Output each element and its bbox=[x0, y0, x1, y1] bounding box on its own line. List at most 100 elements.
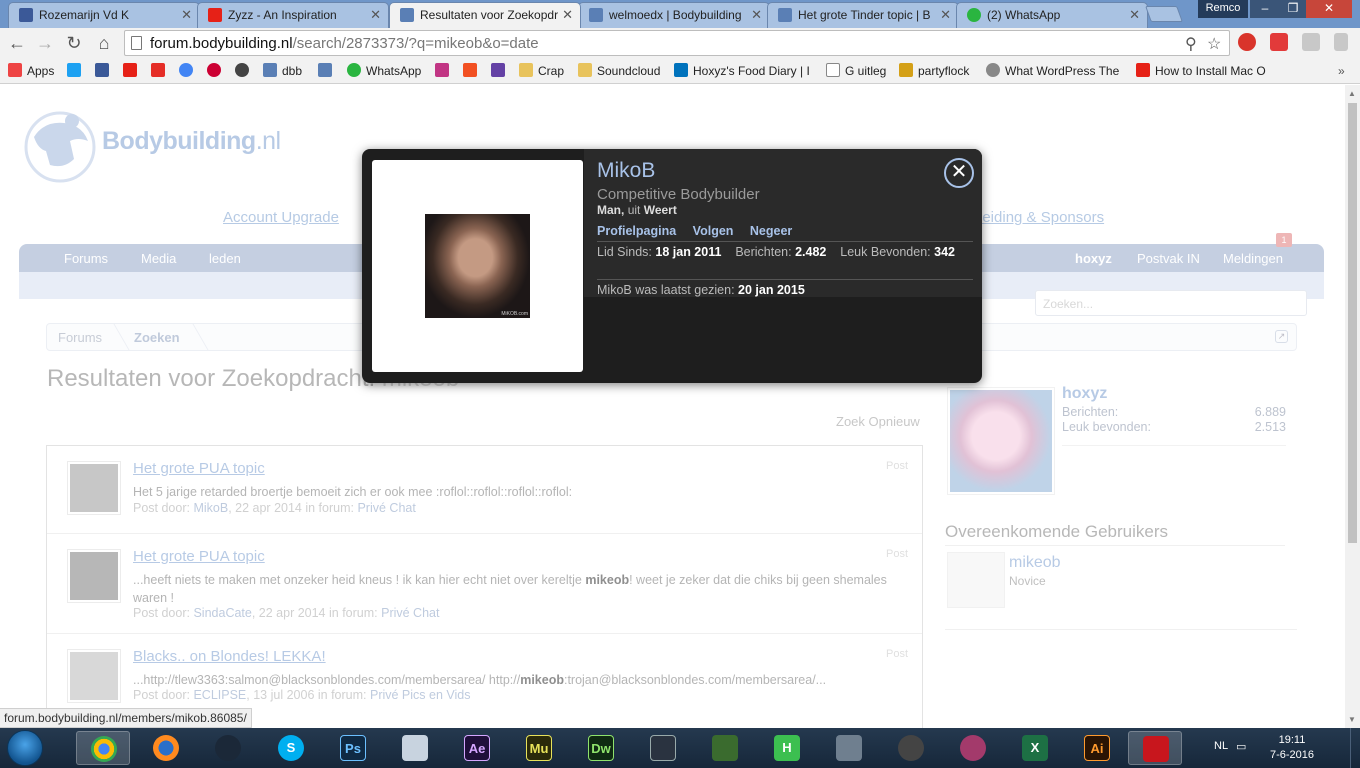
bookmark-wordpress[interactable]: What WordPress The bbox=[986, 62, 1119, 80]
monitor-icon bbox=[836, 735, 862, 761]
taskbar-after-effects[interactable]: Ae bbox=[450, 731, 504, 765]
minimize-button[interactable]: – bbox=[1250, 0, 1280, 18]
bookmark-d[interactable] bbox=[151, 62, 170, 80]
bookmark-crap[interactable]: Crap bbox=[519, 62, 564, 80]
taskbar-keyboard[interactable] bbox=[388, 731, 442, 765]
bookmark-windows[interactable] bbox=[463, 62, 482, 80]
taskbar-dreamweaver[interactable]: Dw bbox=[574, 731, 628, 765]
bookmark-twitter[interactable] bbox=[67, 62, 86, 80]
browser-tab-welmoedx[interactable]: welmoedx | Bodybuilding ✕ bbox=[578, 2, 770, 28]
page-icon bbox=[131, 36, 142, 50]
chrome-icon bbox=[91, 736, 117, 762]
dollar-icon bbox=[235, 63, 249, 77]
profile-button[interactable]: Remco bbox=[1198, 0, 1248, 18]
folder-icon bbox=[578, 63, 592, 77]
language-indicator[interactable]: NL bbox=[1214, 740, 1228, 752]
browser-tab-whatsapp[interactable]: (2) WhatsApp ✕ bbox=[956, 2, 1148, 28]
posts-value: 2.482 bbox=[795, 245, 827, 259]
taskbar-illustrator[interactable]: Ai bbox=[1070, 731, 1124, 765]
taskbar-video[interactable] bbox=[636, 731, 690, 765]
bookmark-food-diary[interactable]: Hoxyz's Food Diary | I bbox=[674, 62, 810, 80]
clock[interactable]: 19:11 7-6-2016 bbox=[1262, 733, 1322, 763]
browser-tab-youtube[interactable]: Zyzz - An Inspiration ✕ bbox=[197, 2, 389, 28]
browser-tab-tinder[interactable]: Het grote Tinder topic | B ✕ bbox=[767, 2, 959, 28]
bookmark-twitch[interactable] bbox=[491, 62, 510, 80]
reload-icon[interactable]: ↻ bbox=[63, 32, 85, 54]
taskbar-skype[interactable]: S bbox=[264, 731, 318, 765]
url-host: forum.bodybuilding.nl bbox=[150, 35, 293, 52]
taskbar-game[interactable] bbox=[946, 731, 1000, 765]
bookmark-apps[interactable]: Apps bbox=[8, 62, 54, 80]
folder-icon bbox=[519, 63, 533, 77]
close-tab-icon[interactable]: ✕ bbox=[370, 3, 381, 27]
bookmark-install-mac[interactable]: How to Install Mac O bbox=[1136, 62, 1266, 80]
bookmark-star-icon[interactable]: ☆ bbox=[1207, 34, 1221, 54]
stat-label: Leuk Bevonden: bbox=[840, 245, 931, 259]
scroll-up-icon[interactable]: ▲ bbox=[1348, 89, 1356, 98]
close-tab-icon[interactable]: ✕ bbox=[181, 3, 192, 27]
taskbar-excel[interactable]: X bbox=[1008, 731, 1062, 765]
page-scrollbar[interactable]: ▲ ▼ bbox=[1345, 85, 1360, 728]
extension-icon[interactable] bbox=[1302, 33, 1320, 51]
bookmark-label: Soundcloud bbox=[597, 64, 661, 78]
bookmark-label: dbb bbox=[282, 64, 303, 78]
taskbar-steam[interactable] bbox=[201, 731, 255, 765]
more-bookmarks-icon[interactable]: » bbox=[1338, 62, 1345, 80]
bookmark-dbb[interactable]: dbb bbox=[263, 62, 302, 80]
taskbar-photoshop[interactable]: Ps bbox=[326, 731, 380, 765]
bookmark-bodybuilding[interactable] bbox=[318, 62, 337, 80]
bookmark-soundcloud[interactable]: Soundcloud bbox=[578, 62, 660, 80]
bookmark-whatsapp[interactable]: WhatsApp bbox=[347, 62, 421, 80]
taskbar-h-app[interactable]: H bbox=[760, 731, 814, 765]
taskbar-muse[interactable]: Mu bbox=[512, 731, 566, 765]
bookmark-instagram[interactable] bbox=[435, 62, 454, 80]
home-icon[interactable]: ⌂ bbox=[93, 32, 115, 54]
close-tab-icon[interactable]: ✕ bbox=[1129, 3, 1140, 27]
scroll-down-icon[interactable]: ▼ bbox=[1348, 715, 1356, 724]
close-popup-button[interactable]: ✕ bbox=[944, 158, 974, 188]
bookmark-partyflock[interactable]: partyflock bbox=[899, 62, 969, 80]
bookmark-youtube[interactable] bbox=[123, 62, 142, 80]
bookmark-g-uitleg[interactable]: G uitleg bbox=[826, 62, 886, 80]
close-window-button[interactable]: ✕ bbox=[1306, 0, 1352, 18]
maximize-button[interactable]: ❐ bbox=[1280, 0, 1306, 18]
follow-link[interactable]: Volgen bbox=[693, 224, 734, 238]
new-tab-button[interactable] bbox=[1145, 6, 1183, 22]
taskbar-app[interactable] bbox=[698, 731, 752, 765]
taskbar-chrome[interactable] bbox=[76, 731, 130, 765]
close-tab-icon[interactable]: ✕ bbox=[562, 3, 573, 27]
taskbar-app2[interactable] bbox=[884, 731, 938, 765]
scrollbar-thumb[interactable] bbox=[1348, 103, 1357, 543]
address-bar[interactable]: forum.bodybuilding.nl/search/2873373/?q=… bbox=[124, 30, 1230, 56]
bookmark-google[interactable] bbox=[179, 62, 198, 80]
zoom-icon[interactable]: ⚲ bbox=[1185, 34, 1197, 54]
back-icon[interactable]: ← bbox=[6, 32, 28, 54]
ignore-link[interactable]: Negeer bbox=[750, 224, 792, 238]
tray-battery-icon[interactable]: ▭ bbox=[1236, 740, 1246, 753]
taskbar-monitor[interactable] bbox=[822, 731, 876, 765]
w-icon bbox=[207, 63, 221, 77]
profile-page-link[interactable]: Profielpagina bbox=[597, 224, 676, 238]
bodybuilding-icon bbox=[589, 8, 603, 22]
show-desktop-button[interactable] bbox=[1350, 728, 1360, 768]
adblock-icon[interactable] bbox=[1238, 33, 1256, 51]
twitch-icon bbox=[491, 63, 505, 77]
member-photo[interactable]: MiKOB.com bbox=[425, 214, 530, 318]
bookmark-w[interactable] bbox=[207, 62, 226, 80]
bookmark-facebook[interactable] bbox=[95, 62, 114, 80]
taskbar-firefox[interactable] bbox=[139, 731, 193, 765]
bookmark-label: Crap bbox=[538, 64, 565, 78]
member-name[interactable]: MikoB bbox=[597, 159, 655, 183]
youtube-extension-icon[interactable] bbox=[1270, 33, 1288, 51]
forward-icon[interactable]: → bbox=[34, 32, 56, 54]
browser-tab-facebook[interactable]: Rozemarijn Vd K ✕ bbox=[8, 2, 200, 28]
close-tab-icon[interactable]: ✕ bbox=[751, 3, 762, 27]
close-tab-icon[interactable]: ✕ bbox=[940, 3, 951, 27]
browser-tab-search-results[interactable]: Resultaten voor Zoekopdr ✕ bbox=[389, 2, 581, 28]
member-from-label: uit bbox=[627, 203, 641, 217]
taskbar-acrobat[interactable] bbox=[1128, 731, 1182, 765]
menu-icon[interactable] bbox=[1334, 33, 1348, 51]
bookmark-dollar[interactable] bbox=[235, 62, 254, 80]
start-button[interactable] bbox=[7, 730, 43, 766]
bookmark-label: Apps bbox=[27, 64, 55, 78]
